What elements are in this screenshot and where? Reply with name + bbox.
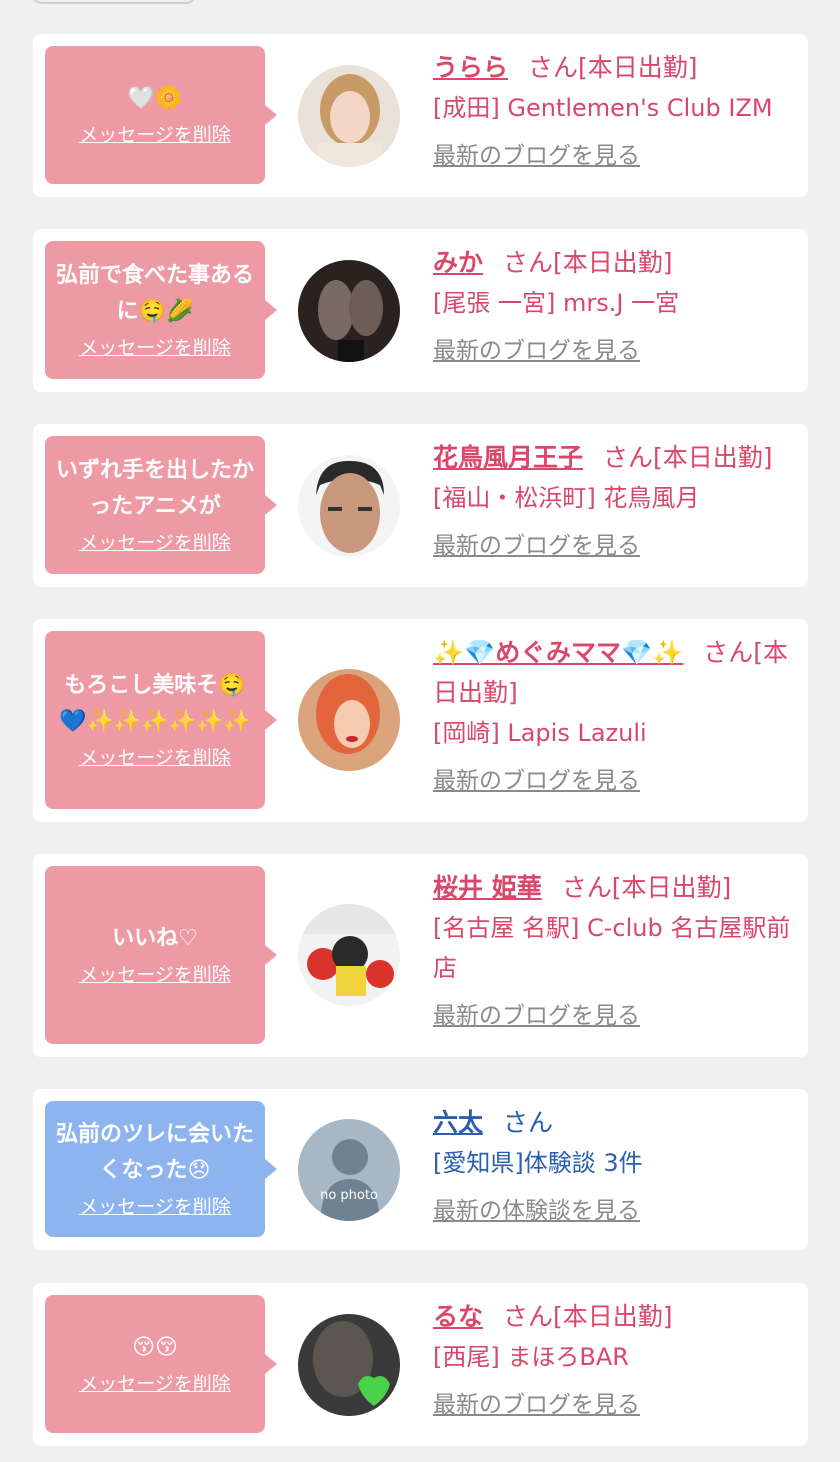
message-card: 🤍🌼 メッセージを削除 うらら さん[本日出勤] [成田] Gentlemen's… — [33, 34, 808, 197]
delete-message-link[interactable]: メッセージを削除 — [79, 1193, 231, 1221]
shop-info: [尾張 一宮] mrs.J 一宮 — [433, 289, 680, 317]
delete-message-link[interactable]: メッセージを削除 — [79, 121, 231, 149]
message-text: 弘前で食べた事あるに🤤🌽 — [55, 263, 254, 324]
avatar[interactable] — [298, 1314, 400, 1416]
shop-info: [成田] Gentlemen's Club IZM — [433, 94, 773, 122]
status-text: さん — [503, 1108, 554, 1137]
message-text: 😚😚 — [132, 1335, 178, 1360]
shop-info: [福山・松浜町] 花鳥風月 — [433, 484, 700, 512]
message-bubble: 弘前のツレに会いたくなった😞 メッセージを削除 — [45, 1101, 277, 1237]
no-photo-label: no photo — [320, 1188, 378, 1203]
cast-name-link[interactable]: ✨💎めぐみママ💎✨ — [433, 638, 683, 667]
message-text: 弘前のツレに会いたくなった😞 — [55, 1122, 254, 1183]
message-text: もろこし美味そ🤤💙✨✨✨✨✨✨ — [59, 673, 251, 734]
blog-link[interactable]: 最新のブログを見る — [433, 996, 640, 1036]
status-text: さん[本日出勤] — [561, 873, 732, 902]
delete-message-link[interactable]: メッセージを削除 — [79, 1370, 231, 1398]
delete-message-link[interactable]: メッセージを削除 — [79, 961, 231, 989]
blog-link[interactable]: 最新のブログを見る — [433, 1385, 640, 1425]
message-bubble: 🤍🌼 メッセージを削除 — [45, 46, 277, 184]
review-info: [愛知県]体験談 3件 — [433, 1149, 643, 1177]
cast-name-link[interactable]: うらら — [433, 53, 508, 82]
message-card: 弘前で食べた事あるに🤤🌽 メッセージを削除 みか さん[本日出勤] [尾張 一宮]… — [33, 229, 808, 392]
user-name-link[interactable]: 六太 — [433, 1108, 483, 1137]
cast-name-link[interactable]: みか — [433, 248, 483, 277]
cast-name-link[interactable]: 花鳥風月王子 — [433, 443, 583, 472]
avatar[interactable] — [298, 260, 400, 362]
shop-info: [西尾] まほろBAR — [433, 1343, 629, 1371]
status-text: さん[本日出勤] — [528, 53, 698, 82]
message-card: いいね♡ メッセージを削除 桜井 姫華 さん[本日出勤] [名古屋 名駅] C-c… — [33, 854, 808, 1057]
blog-link[interactable]: 最新のブログを見る — [433, 526, 640, 566]
message-text: 🤍🌼 — [127, 86, 183, 111]
avatar[interactable] — [298, 65, 400, 167]
previous-card-edge — [32, 0, 196, 4]
status-text: さん[本日出勤] — [503, 248, 673, 277]
avatar[interactable] — [298, 455, 400, 557]
cast-name-link[interactable]: るな — [433, 1302, 483, 1331]
status-text: さん[本日出勤] — [503, 1302, 673, 1331]
delete-message-link[interactable]: メッセージを削除 — [79, 529, 231, 557]
message-card: 弘前のツレに会いたくなった😞 メッセージを削除 no photo 六太 さん [愛… — [33, 1089, 808, 1250]
avatar[interactable] — [298, 904, 400, 1006]
message-bubble: 😚😚 メッセージを削除 — [45, 1295, 277, 1433]
message-text: いいね♡ — [112, 926, 198, 951]
review-link[interactable]: 最新の体験談を見る — [433, 1191, 640, 1231]
status-text: さん[本日出勤] — [603, 443, 773, 472]
message-bubble: いずれ手を出したかったアニメが メッセージを削除 — [45, 436, 277, 574]
message-bubble: いいね♡ メッセージを削除 — [45, 866, 277, 1044]
delete-message-link[interactable]: メッセージを削除 — [79, 334, 231, 362]
blog-link[interactable]: 最新のブログを見る — [433, 136, 640, 176]
message-bubble: 弘前で食べた事あるに🤤🌽 メッセージを削除 — [45, 241, 277, 379]
shop-info: [岡崎] Lapis Lazuli — [433, 719, 647, 747]
blog-link[interactable]: 最新のブログを見る — [433, 761, 640, 801]
message-bubble: もろこし美味そ🤤💙✨✨✨✨✨✨ メッセージを削除 — [45, 631, 277, 809]
shop-info: [名古屋 名駅] C-club 名古屋駅前店 — [433, 914, 791, 982]
avatar[interactable]: no photo — [298, 1119, 400, 1221]
delete-message-link[interactable]: メッセージを削除 — [79, 744, 231, 772]
cast-name-link[interactable]: 桜井 姫華 — [433, 873, 542, 902]
message-card: もろこし美味そ🤤💙✨✨✨✨✨✨ メッセージを削除 ✨💎めぐみママ💎✨ さん[本日出… — [33, 619, 808, 822]
blog-link[interactable]: 最新のブログを見る — [433, 331, 640, 371]
message-card: いずれ手を出したかったアニメが メッセージを削除 花鳥風月王子 さん[本日出勤] … — [33, 424, 808, 587]
message-card: 😚😚 メッセージを削除 るな さん[本日出勤] [西尾] まほろBAR 最新のブロ… — [33, 1283, 808, 1446]
message-text: いずれ手を出したかったアニメが — [55, 458, 254, 519]
avatar[interactable] — [298, 669, 400, 771]
